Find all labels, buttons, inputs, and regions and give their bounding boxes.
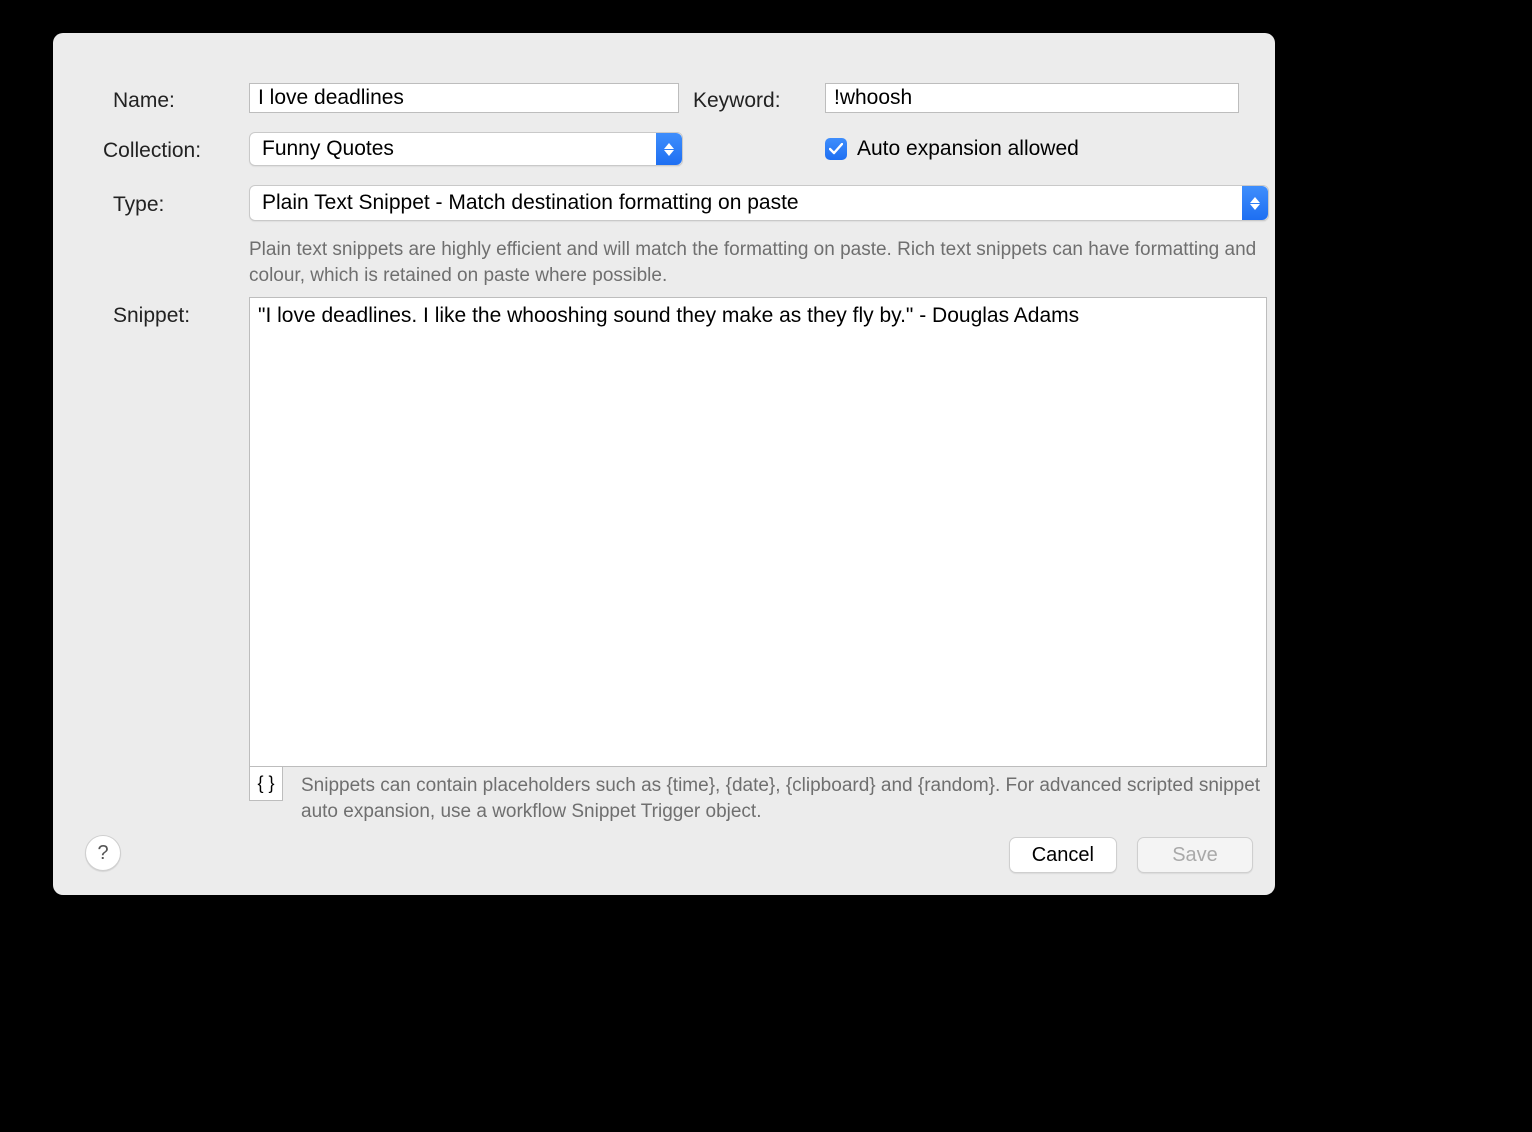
placeholder-help-text: Snippets can contain placeholders such a… [301,773,1261,824]
type-help-text: Plain text snippets are highly efficient… [249,237,1259,288]
placeholder-button[interactable]: { } [249,767,283,801]
name-label: Name: [113,89,233,113]
save-button[interactable]: Save [1137,837,1253,873]
auto-expansion-checkbox[interactable]: Auto expansion allowed [825,137,1079,161]
question-icon: ? [97,842,108,865]
help-button[interactable]: ? [85,835,121,871]
braces-icon: { } [257,773,274,794]
name-input[interactable] [249,83,679,113]
snippet-textarea[interactable] [249,297,1267,767]
collection-value: Funny Quotes [262,137,650,161]
snippet-label: Snippet: [113,304,233,328]
type-value: Plain Text Snippet - Match destination f… [262,191,1236,215]
keyword-label: Keyword: [693,89,803,113]
keyword-input[interactable] [825,83,1239,113]
snippet-editor-panel: Name: Keyword: Collection: Funny Quotes … [53,33,1275,895]
updown-icon [1242,186,1268,220]
cancel-button[interactable]: Cancel [1009,837,1117,873]
collection-label: Collection: [103,139,233,163]
checkmark-icon [825,138,847,160]
type-label: Type: [113,193,233,217]
updown-icon [656,133,682,165]
type-select[interactable]: Plain Text Snippet - Match destination f… [249,185,1269,221]
collection-select[interactable]: Funny Quotes [249,132,683,166]
auto-expansion-label: Auto expansion allowed [857,137,1079,161]
